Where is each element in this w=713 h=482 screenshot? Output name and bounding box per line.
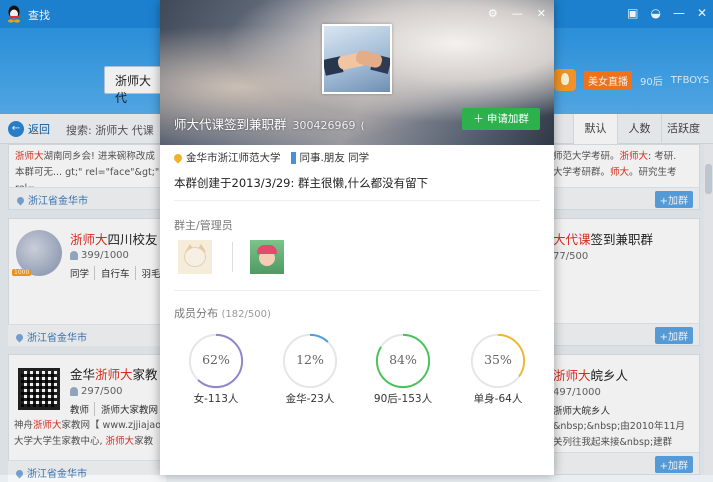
stat-percent: 12% bbox=[296, 352, 324, 367]
plus-icon: ＋ bbox=[473, 113, 487, 125]
group-avatar bbox=[322, 24, 392, 94]
members-title: 成员分布 (182/500) bbox=[174, 307, 271, 320]
divider bbox=[174, 200, 540, 201]
stat-jinhua: 12% 金华-23人 bbox=[280, 332, 340, 406]
group-id: 300426969 bbox=[292, 119, 356, 132]
admins-title: 群主/管理员 bbox=[174, 219, 233, 232]
divider bbox=[232, 242, 233, 272]
stat-percent: 62% bbox=[202, 352, 230, 367]
join-group-button[interactable]: ＋ 申请加群 bbox=[462, 108, 540, 130]
divider bbox=[174, 290, 540, 291]
close-icon[interactable]: ✕ bbox=[537, 7, 546, 20]
group-tags: 同事.朋友 同学 bbox=[299, 152, 370, 164]
stat-caption: 女-113人 bbox=[193, 393, 239, 405]
minimize-icon[interactable]: — bbox=[512, 7, 523, 20]
group-location-row: 金华市浙江师范大学 同事.朋友 同学 bbox=[172, 150, 370, 165]
stat-single: 35% 单身-64人 bbox=[468, 332, 528, 406]
stat-caption: 单身-64人 bbox=[473, 393, 523, 405]
stat-female: 62% 女-113人 bbox=[186, 332, 246, 406]
group-name: 师大代课签到兼职群 300426969 ⟨ bbox=[174, 117, 365, 132]
group-profile-dialog: ⚙ — ✕ 师大代课签到兼职群 300426969 ⟨ ＋ 申请加群 金华市浙江师范… bbox=[160, 0, 554, 475]
member-stats: 62% 女-113人 12% 金华-23人 84% 90后-153人 35% 单身-64… bbox=[186, 332, 536, 412]
location-pin-icon bbox=[172, 151, 184, 164]
group-location: 金华市浙江师范大学 bbox=[186, 152, 281, 164]
stat-percent: 84% bbox=[389, 352, 417, 367]
stat-post90: 84% 90后-153人 bbox=[373, 332, 433, 406]
stat-caption: 金华-23人 bbox=[285, 393, 335, 405]
admin-avatar[interactable] bbox=[250, 240, 284, 274]
tag-marker-icon bbox=[290, 151, 296, 164]
admin-avatar[interactable] bbox=[178, 240, 212, 274]
group-intro: 本群创建于2013/3/29: 群主很懒,什么都没有留下 bbox=[174, 176, 429, 190]
share-icon[interactable]: ⟨ bbox=[361, 121, 365, 132]
settings-icon[interactable]: ⚙ bbox=[488, 7, 498, 20]
stat-percent: 35% bbox=[484, 352, 512, 367]
stat-caption: 90后-153人 bbox=[373, 393, 433, 405]
